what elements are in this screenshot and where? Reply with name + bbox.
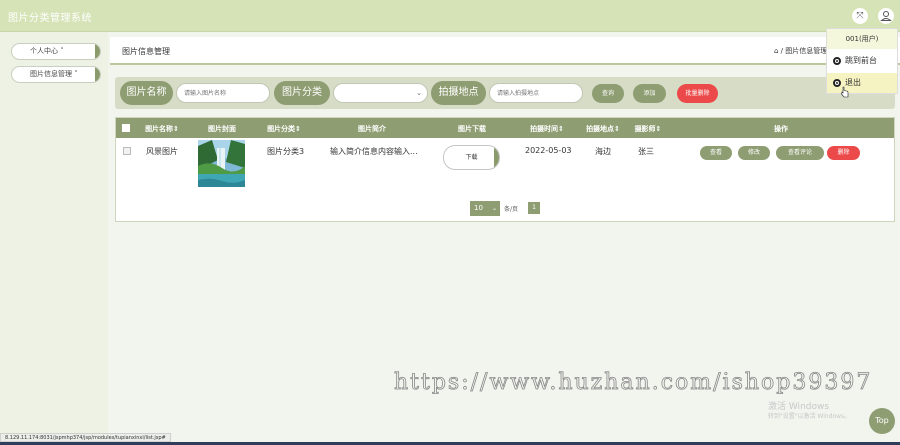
table-header: 图片名称⇕ 图片封面 图片分类⇕ 图片简介 图片下载 拍摄时间⇕ 拍摄地点⇕ 摄… — [116, 118, 894, 138]
sidebar: 个人中心 ˅ 图片信息管理 ˅ — [0, 32, 108, 437]
app-title: 图片分类管理系统 — [8, 13, 92, 24]
search-bar: 图片名称 图片分类 ⌄ 拍摄地点 查询 添加 批量删除 — [115, 77, 895, 109]
user-icon[interactable] — [878, 8, 894, 24]
cell-location: 海边 — [595, 147, 611, 156]
sidebar-item-label: 图片信息管理 ˅ — [30, 70, 78, 78]
column-header[interactable]: 图片名称⇕ — [145, 124, 179, 134]
current-user: 001(用户) — [827, 29, 897, 49]
radio-dot-icon — [833, 79, 841, 87]
location-search-input[interactable] — [489, 83, 583, 103]
status-bar-url: 8.129.11.174:8031/jspmhp374/jsp/modules/… — [0, 433, 171, 442]
batch-delete-button[interactable]: 批量删除 — [677, 84, 718, 103]
cell-photographer: 张三 — [638, 147, 654, 156]
download-label: 下载 — [465, 154, 478, 161]
add-button[interactable]: 添加 — [633, 84, 666, 103]
page-number-current[interactable]: 1 — [528, 202, 540, 214]
menu-item-label: 跳到前台 — [845, 56, 877, 65]
delete-button[interactable]: 删除 — [827, 146, 860, 160]
image-cover-thumbnail[interactable] — [198, 140, 245, 187]
column-header: 图片简介 — [358, 125, 386, 133]
top-bar: 图片分类管理系统 ⤧ — [0, 0, 900, 32]
cell-name: 风景图片 — [146, 147, 178, 156]
page-size-select[interactable]: 10 ⌄ — [470, 201, 500, 216]
name-search-input[interactable] — [176, 83, 270, 103]
page-size-value: 10 — [474, 204, 483, 212]
cell-intro: 输入简介信息内容输入... — [330, 147, 418, 156]
sidebar-item-accent — [95, 44, 100, 59]
sidebar-item-personal-center[interactable]: 个人中心 ˅ — [11, 43, 101, 60]
watermark-text: https://www.huzhan.com/ishop39397 — [394, 370, 873, 396]
menu-item-logout[interactable]: 退出 — [827, 73, 897, 93]
column-header: 图片封面 — [208, 125, 236, 133]
sidebar-item-accent — [95, 67, 100, 82]
download-button[interactable]: 下载 — [443, 145, 500, 170]
radio-dot-icon — [833, 57, 841, 65]
row-checkbox[interactable] — [123, 147, 131, 155]
chevron-down-icon: ⌄ — [416, 89, 422, 97]
per-page-label: 条/页 — [504, 206, 519, 213]
menu-item-goto-frontend[interactable]: 跳到前台 — [827, 51, 897, 71]
chevron-down-icon: ⌄ — [491, 205, 497, 212]
edit-button[interactable]: 修改 — [738, 146, 770, 160]
back-to-top-button[interactable]: Top — [869, 408, 895, 434]
breadcrumb[interactable]: ⌂ / 图片信息管理 — [774, 46, 827, 56]
query-button[interactable]: 查询 — [592, 84, 624, 103]
page-title: 图片信息管理 — [122, 47, 170, 56]
hand-cursor-icon — [841, 83, 849, 98]
column-header[interactable]: 图片分类⇕ — [267, 124, 301, 134]
sidebar-item-label: 个人中心 ˅ — [30, 47, 64, 55]
sidebar-item-image-management[interactable]: 图片信息管理 ˅ — [11, 66, 101, 83]
cell-category: 图片分类3 — [267, 147, 305, 156]
view-comments-button[interactable]: 查看评论 — [776, 146, 824, 160]
download-accent — [494, 146, 499, 169]
column-header[interactable]: 摄影师⇕ — [635, 124, 662, 134]
user-dropdown-menu: 001(用户) 跳到前台 退出 — [826, 28, 898, 94]
column-header: 图片下载 — [458, 125, 486, 133]
category-select[interactable]: ⌄ — [333, 83, 428, 103]
column-header[interactable]: 拍摄时间⇕ — [530, 124, 564, 134]
select-all-checkbox[interactable] — [122, 124, 130, 132]
cell-date: 2022-05-03 — [525, 146, 572, 155]
name-label: 图片名称 — [120, 81, 173, 105]
view-button[interactable]: 查看 — [700, 146, 732, 160]
fullscreen-icon[interactable]: ⤧ — [852, 8, 868, 24]
page-header: 图片信息管理 ⌂ / 图片信息管理 — [110, 37, 900, 65]
location-label: 拍摄地点 — [431, 81, 486, 105]
category-label: 图片分类 — [274, 81, 330, 105]
windows-activation-hint: 转到"设置"以激活 Windows。 — [768, 413, 851, 420]
column-header[interactable]: 拍摄地点⇕ — [586, 124, 620, 134]
column-header: 操作 — [774, 125, 788, 133]
